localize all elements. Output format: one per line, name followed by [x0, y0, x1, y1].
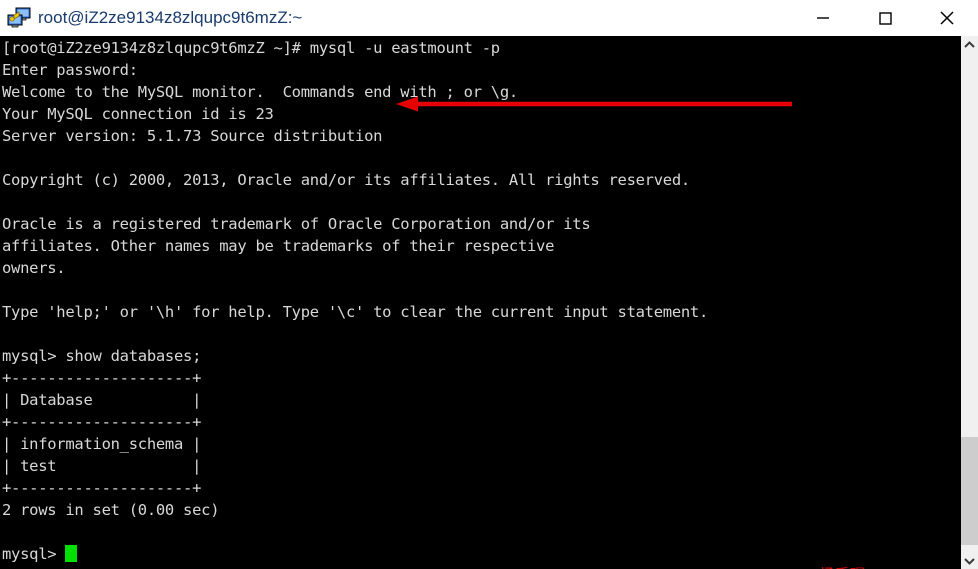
- terminal-line: affiliates. Other names may be trademark…: [2, 237, 555, 255]
- terminal-line: Server version: 5.1.73 Source distributi…: [2, 127, 383, 145]
- window-title: root@iZ2ze9134z8zlqupc9t6mzZ:~: [38, 8, 303, 27]
- terminal-line: Enter password:: [2, 61, 138, 79]
- minimize-icon: [817, 17, 829, 19]
- scrollbar-thumb[interactable]: [961, 437, 978, 545]
- close-button[interactable]: [916, 0, 978, 36]
- terminal-line: Your MySQL connection id is 23: [2, 105, 274, 123]
- window-titlebar: root@iZ2ze9134z8zlqupc9t6mzZ:~: [0, 0, 978, 36]
- vertical-scrollbar[interactable]: [961, 36, 978, 569]
- terminal-screen[interactable]: [root@iZ2ze9134z8zlqupc9t6mzZ ~]# mysql …: [0, 36, 961, 569]
- terminal-line: +--------------------+: [2, 479, 202, 497]
- putty-terminal-window: root@iZ2ze9134z8zlqupc9t6mzZ:~ [root@iZ2…: [0, 0, 978, 569]
- terminal-line: | test |: [2, 457, 202, 475]
- terminal-prompt-line: mysql>: [2, 543, 961, 565]
- scrollbar-up-button[interactable]: [961, 36, 978, 53]
- window-controls: [792, 0, 978, 36]
- terminal-line: | information_schema |: [2, 435, 202, 453]
- terminal-output: [root@iZ2ze9134z8zlqupc9t6mzZ ~]# mysql …: [2, 37, 961, 565]
- minimize-button[interactable]: [792, 0, 854, 36]
- terminal-line: Welcome to the MySQL monitor. Commands e…: [2, 83, 518, 101]
- terminal-line: mysql> show databases;: [2, 347, 202, 365]
- terminal-line: +--------------------+: [2, 413, 202, 431]
- maximize-icon: [879, 12, 892, 25]
- chevron-up-icon: [964, 40, 975, 48]
- maximize-button[interactable]: [854, 0, 916, 36]
- terminal-cursor: [65, 545, 78, 562]
- remote-computer-icon: [6, 7, 32, 29]
- terminal-line: 2 rows in set (0.00 sec): [2, 501, 220, 519]
- terminal-line: Copyright (c) 2000, 2013, Oracle and/or …: [2, 171, 690, 189]
- terminal-line: Type 'help;' or '\h' for help. Type '\c'…: [2, 303, 709, 321]
- terminal-line: Oracle is a registered trademark of Orac…: [2, 215, 591, 233]
- terminal-line: owners.: [2, 259, 66, 277]
- terminal-line: +--------------------+: [2, 369, 202, 387]
- close-icon: [940, 11, 954, 25]
- terminal-prompt-text: mysql>: [2, 545, 66, 563]
- terminal-line: | Database |: [2, 391, 202, 409]
- watermark-text: By:Eastmount CSDN 杨秀璟: [655, 564, 865, 569]
- chevron-down-icon: [964, 557, 975, 565]
- terminal-line: [root@iZ2ze9134z8zlqupc9t6mzZ ~]# mysql …: [2, 39, 500, 57]
- scrollbar-down-button[interactable]: [961, 552, 978, 569]
